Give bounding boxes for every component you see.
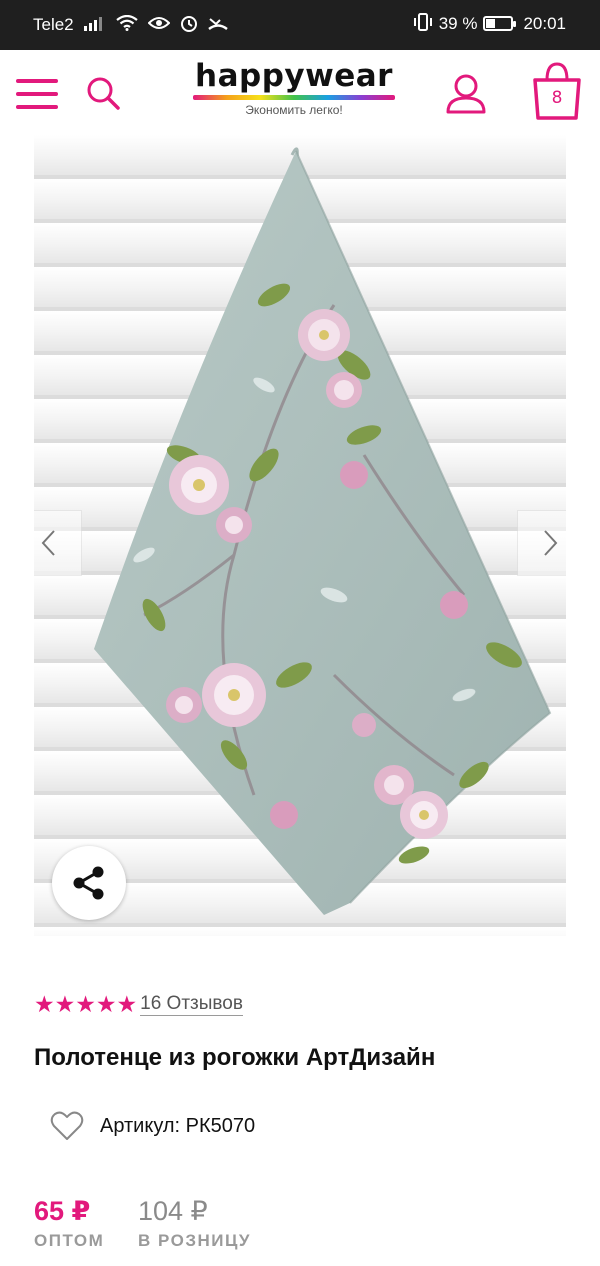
chevron-left-icon (41, 530, 55, 556)
wholesale-price-amount: 65 ₽ (34, 1196, 91, 1226)
heart-icon[interactable] (50, 1110, 84, 1142)
star-icon: ★ (75, 990, 96, 1017)
vibrate-icon (413, 13, 433, 34)
product-title: Полотенце из рогожки АртДизайн (34, 1044, 436, 1071)
alarm-icon (180, 14, 198, 35)
sku-row: Артикул: РК5070 (50, 1106, 255, 1146)
gallery-next-button[interactable] (517, 510, 566, 576)
wholesale-price: 65 ₽ ОПТОМ (34, 1196, 104, 1251)
clock: 20:01 (523, 13, 566, 33)
status-bar: Tele2 39 % 20:01 (0, 0, 600, 50)
missed-call-icon (207, 15, 228, 34)
cart-button[interactable]: 8 (530, 62, 584, 122)
towel-floral-image (34, 135, 566, 936)
product-image[interactable] (34, 135, 566, 936)
user-icon[interactable] (444, 72, 488, 116)
star-icon: ★ (34, 990, 55, 1017)
gallery-prev-button[interactable] (34, 510, 82, 576)
carrier-label: Tele2 (33, 14, 74, 34)
battery-fill (486, 19, 496, 28)
star-icon: ★ (54, 990, 76, 1017)
logo-rainbow-bar (193, 95, 395, 100)
search-icon[interactable] (84, 74, 124, 114)
logo[interactable]: happywear Экономить легко! (192, 58, 396, 128)
rating-stars: ★ ★ ★ ★ ★ (34, 990, 138, 1017)
logo-text: happywear (195, 58, 393, 94)
retail-price-caption: В РОЗНИЦУ (138, 1231, 251, 1250)
signal-icon (83, 15, 106, 34)
site-header: happywear Экономить легко! 8 (0, 50, 600, 135)
logo-slogan: Экономить легко! (245, 103, 343, 117)
battery-percent: 39 % (438, 13, 478, 33)
battery-icon (483, 16, 517, 31)
share-icon (73, 866, 104, 900)
eye-comfort-icon (147, 15, 171, 34)
cart-count-badge: 8 (551, 88, 563, 108)
product-rating: ★ ★ ★ ★ ★ 16 Отзывов (34, 989, 243, 1019)
retail-price-amount: 104 ₽ (138, 1196, 208, 1226)
chevron-right-icon (544, 530, 558, 556)
wifi-icon (115, 14, 138, 34)
wholesale-price-caption: ОПТОМ (34, 1231, 105, 1250)
share-button[interactable] (52, 846, 126, 920)
star-icon: ★ (116, 990, 138, 1017)
star-icon: ★ (95, 990, 117, 1017)
sku-label: Артикул: РК5070 (100, 1114, 256, 1137)
reviews-link[interactable]: 16 Отзывов (140, 993, 243, 1016)
menu-icon[interactable] (16, 79, 58, 109)
retail-price: 104 ₽ В РОЗНИЦУ (138, 1196, 251, 1251)
